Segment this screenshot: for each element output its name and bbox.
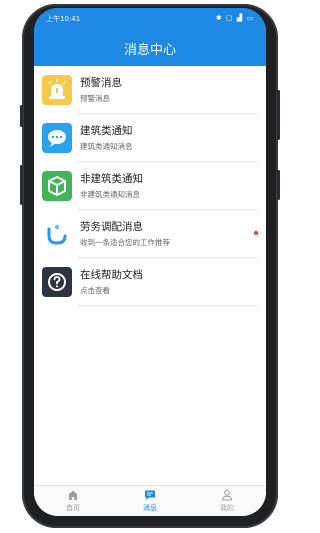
labor-dispatch-icon [42, 219, 72, 249]
tab-label: 首页 [66, 504, 80, 512]
phone-side-button [277, 170, 280, 200]
list-item-title: 劳务调配消息 [80, 221, 143, 233]
list-item-subtitle: 建筑类通知消息 [80, 142, 133, 151]
phone-side-button [20, 165, 23, 205]
list-item-title: 在线帮助文档 [80, 269, 143, 281]
tab-mine[interactable]: 我的 [202, 489, 252, 513]
home-icon [68, 490, 78, 500]
person-icon [221, 489, 233, 501]
cube-icon [42, 171, 72, 201]
list-item-title: 非建筑类通知 [80, 173, 143, 185]
status-bar: 上午10:41 ✱ ▢ ▟ ▭ [34, 8, 266, 28]
list-item-building-notice[interactable]: 建筑类通知 建筑类通知消息 [34, 114, 266, 162]
unread-dot [254, 231, 258, 235]
help-question-icon [42, 267, 72, 297]
list-item-warning[interactable]: 预警消息 预警消息 [34, 66, 266, 114]
list-item-title: 建筑类通知 [80, 125, 133, 137]
status-time: 上午10:41 [46, 15, 81, 23]
warning-alarm-icon [42, 75, 72, 105]
chat-bubble-icon [42, 123, 72, 153]
list-item-subtitle: 收到一条适合您的工作推荐 [80, 238, 170, 247]
list-item-help-docs[interactable]: 在线帮助文档 点击查看 [34, 258, 266, 306]
list-item-subtitle: 预警消息 [80, 94, 110, 103]
list-item-labor-dispatch[interactable]: 劳务调配消息 收到一条适合您的工作推荐 [34, 210, 266, 258]
list-item-title: 预警消息 [80, 77, 122, 89]
nav-bar: 消息中心 [34, 28, 266, 66]
list-item-subtitle: 点击查看 [80, 286, 110, 295]
phone-side-button [20, 105, 23, 127]
bottom-tab-bar: 首页 消息 我的 [34, 485, 266, 516]
tab-label: 我的 [220, 504, 234, 512]
list-item-subtitle: 非建筑类通知消息 [80, 190, 140, 199]
phone-side-button [277, 90, 280, 140]
status-icons: ✱ ▢ ▟ ▭ [215, 14, 254, 22]
page-title: 消息中心 [123, 43, 176, 58]
tab-home[interactable]: 首页 [48, 489, 98, 513]
message-list: 预警消息 预警消息 建筑类通知 建筑类通知消息 非建筑类通知 非建筑类通知消息 … [34, 66, 266, 486]
message-icon [145, 490, 155, 500]
screen: 上午10:41 ✱ ▢ ▟ ▭ 消息中心 预警消息 预警消息 建筑类通知 建筑类… [34, 8, 266, 516]
list-item-non-building-notice[interactable]: 非建筑类通知 非建筑类通知消息 [34, 162, 266, 210]
tab-messages[interactable]: 消息 [125, 489, 175, 513]
tab-label: 消息 [143, 504, 157, 512]
divider [77, 305, 258, 306]
